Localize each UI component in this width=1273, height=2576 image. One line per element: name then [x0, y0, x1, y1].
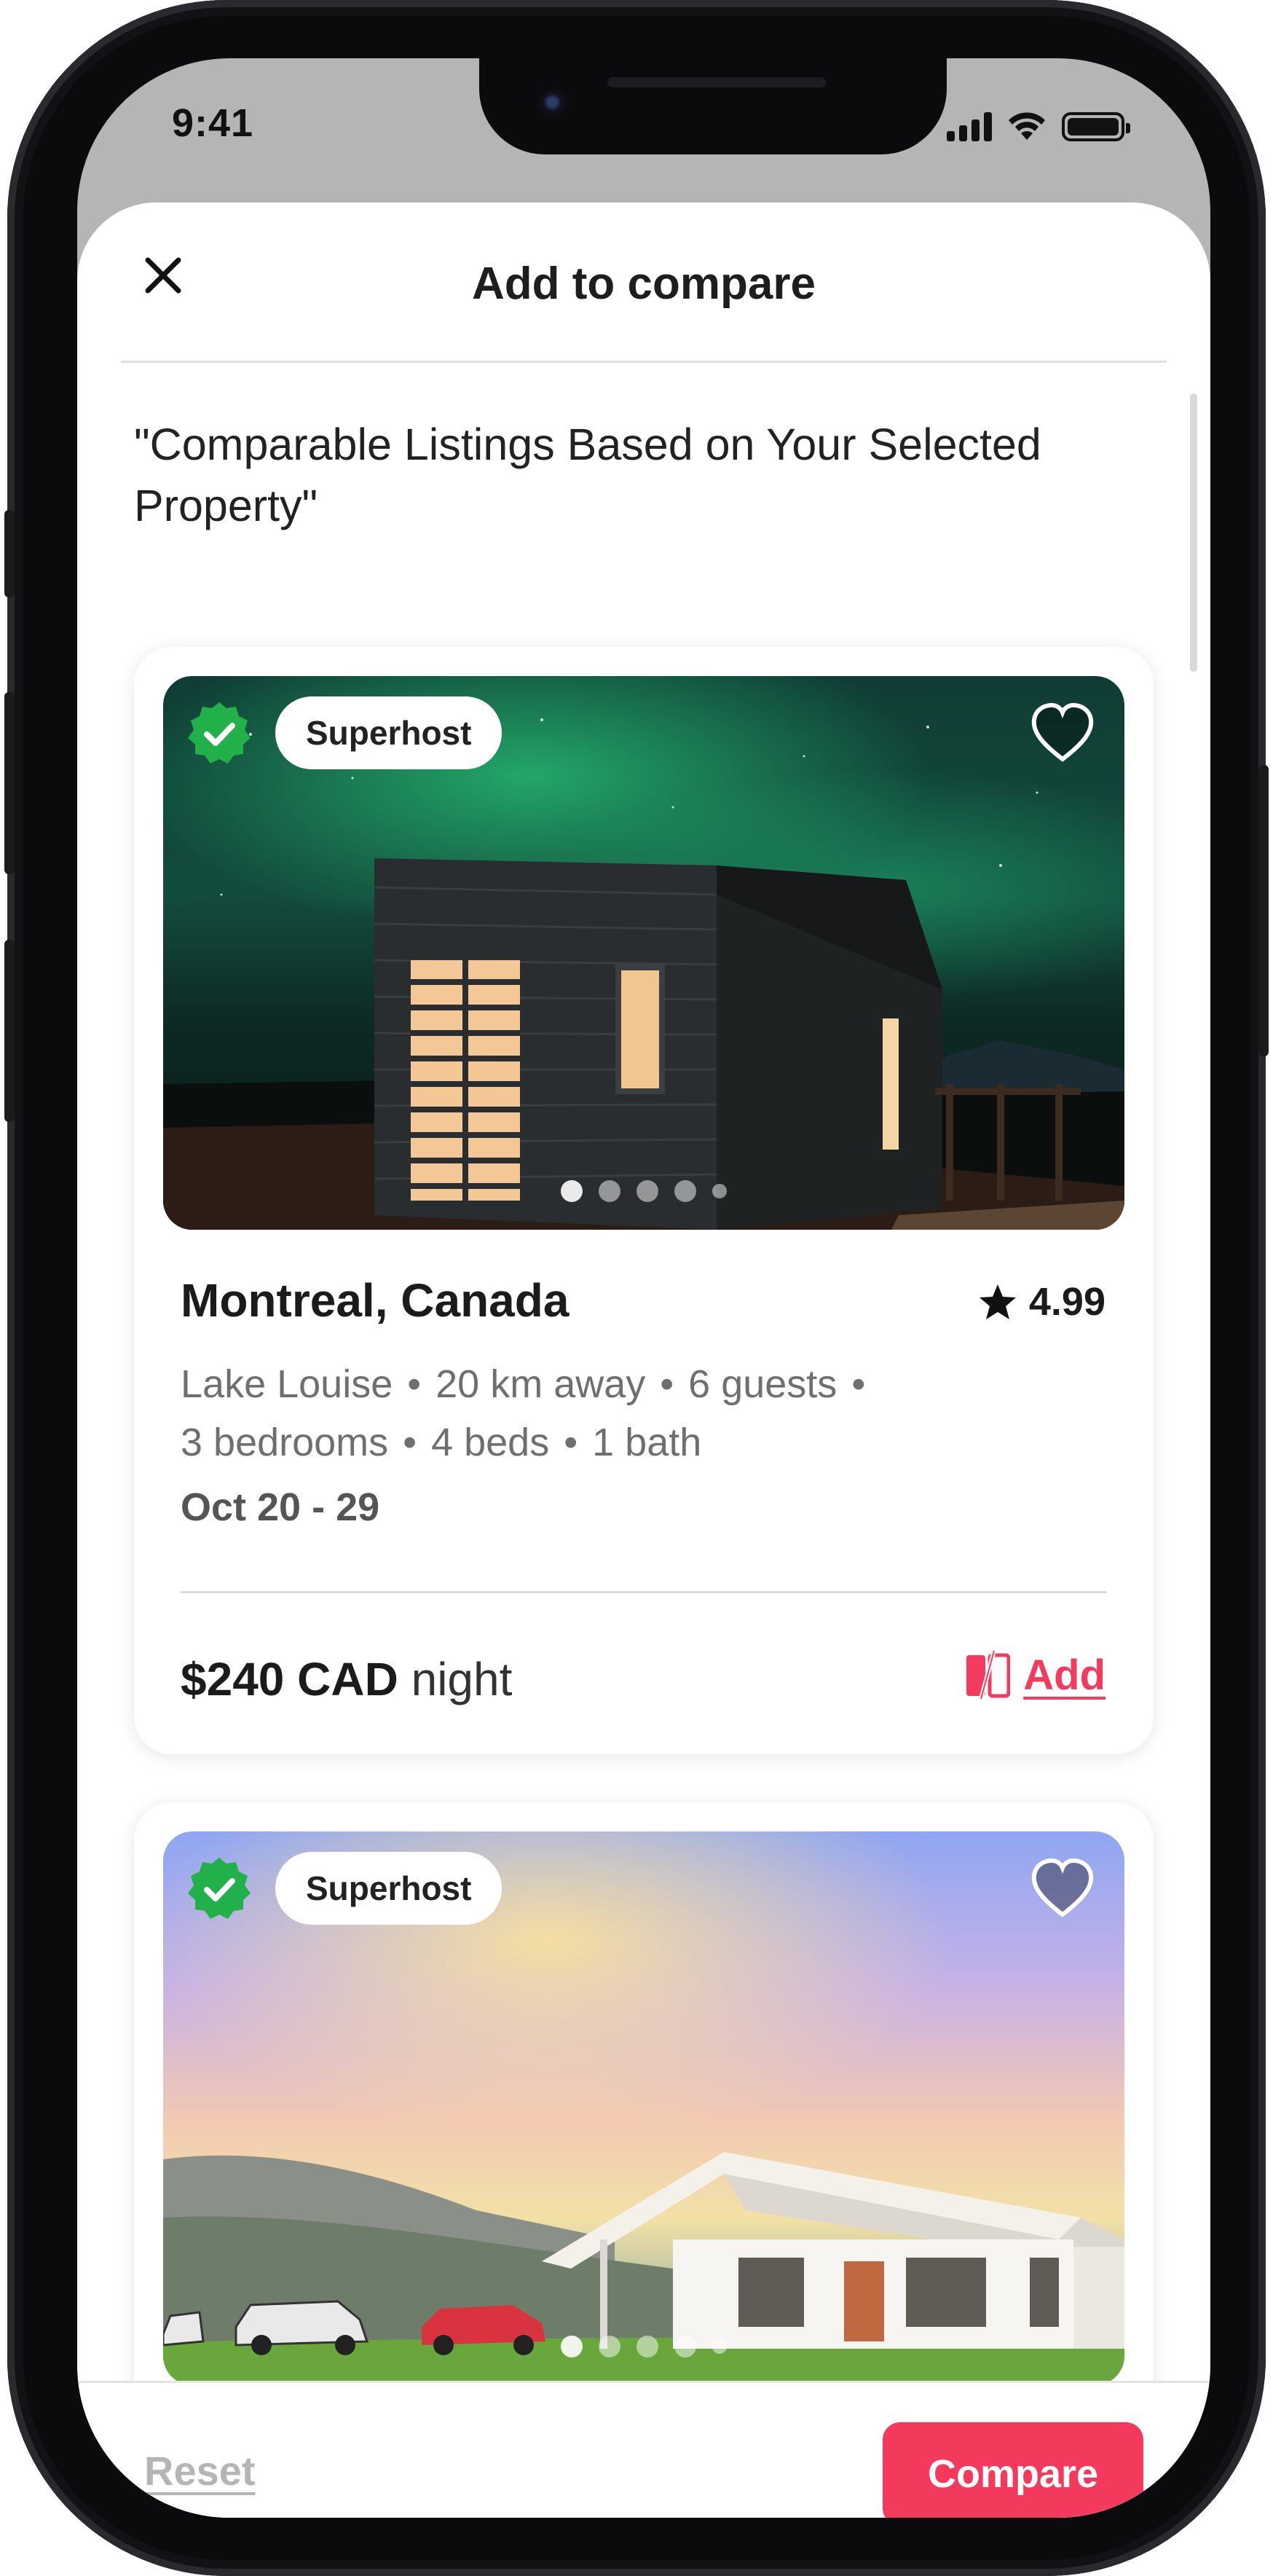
detail-bedrooms: 3 bedrooms: [181, 1421, 389, 1464]
compare-button[interactable]: Compare: [883, 2422, 1143, 2518]
dynamic-island: [479, 58, 947, 154]
battery-icon: [1062, 112, 1130, 141]
price-amount: $240 CAD: [181, 1653, 398, 1705]
listing-photo[interactable]: Superhost: [163, 1831, 1124, 2385]
listing-photo[interactable]: Superhost: [163, 676, 1124, 1230]
volume-down-button: [4, 940, 15, 1122]
star-icon: [979, 1284, 1016, 1319]
listing-rating: 4.99: [978, 1279, 1106, 1324]
photo-pagination[interactable]: [163, 1180, 1124, 1202]
power-button: [1258, 765, 1269, 1056]
listing-title: Montreal, Canada: [181, 1274, 570, 1327]
add-label: Add: [1023, 1651, 1106, 1699]
rating-value: 4.99: [1028, 1280, 1106, 1324]
cellular-signal-icon: [947, 112, 992, 141]
status-time: 9:41: [172, 101, 254, 145]
photo-pagination[interactable]: [163, 2336, 1124, 2357]
bottom-action-bar: Reset Compare: [77, 2381, 1210, 2518]
screen: 9:41 Add to compare "Comparable Listings…: [77, 58, 1210, 2518]
listing-details: Lake Louise • 20 km away • 6 guests • 3 bedro…: [181, 1362, 866, 1464]
wifi-icon: [1009, 112, 1045, 140]
detail-distance: 20 km away: [436, 1362, 646, 1406]
phone-frame: 9:41 Add to compare "Comparable Listings…: [4, 0, 1269, 2576]
add-to-compare-button[interactable]: Add: [965, 1649, 1106, 1700]
sheet-title: Add to compare: [472, 259, 816, 309]
price-unit: night: [411, 1653, 513, 1705]
compare-icon: [966, 1650, 1011, 1700]
reset-button[interactable]: Reset: [144, 2447, 256, 2494]
sheet-header: Add to compare: [121, 203, 1167, 363]
detail-baths: 1 bath: [592, 1421, 702, 1464]
intro-text: "Comparable Listings Based on Your Selec…: [134, 420, 1041, 530]
mute-switch: [4, 510, 15, 597]
volume-up-button: [4, 692, 15, 874]
verified-check-icon: [188, 702, 251, 763]
listing-price: $240 CAD night: [181, 1652, 512, 1706]
detail-location: Lake Louise: [181, 1362, 393, 1406]
status-icons: [947, 111, 1130, 141]
superhost-badge: Superhost: [275, 1852, 502, 1925]
verified-check-icon: [188, 1858, 251, 1919]
camera-icon: [539, 89, 572, 122]
compare-sheet: Add to compare "Comparable Listings Base…: [77, 203, 1210, 2518]
heart-icon[interactable]: [1030, 702, 1095, 763]
speaker-grille: [607, 77, 826, 87]
superhost-badge: Superhost: [275, 696, 502, 769]
listing-card[interactable]: Superhost Montreal, Canada 4.99 Lake Lou…: [134, 647, 1154, 1754]
scrollbar[interactable]: [1190, 393, 1197, 672]
detail-beds: 4 beds: [431, 1421, 550, 1464]
detail-guests: 6 guests: [688, 1362, 838, 1406]
listing-dates: Oct 20 - 29: [181, 1485, 380, 1529]
divider: [181, 1591, 1107, 1593]
heart-icon[interactable]: [1030, 1858, 1095, 1919]
